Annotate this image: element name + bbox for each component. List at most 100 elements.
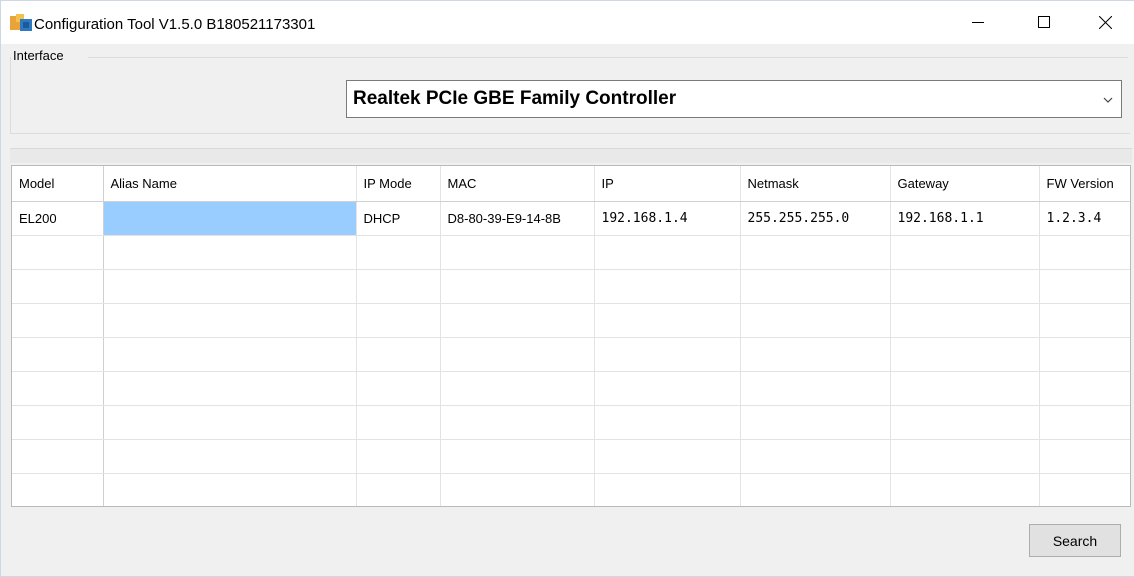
empty-cell[interactable]	[440, 303, 595, 338]
empty-cell[interactable]	[1039, 235, 1130, 270]
empty-cell[interactable]	[12, 405, 104, 440]
minimize-button[interactable]	[955, 0, 1001, 44]
close-button[interactable]	[1082, 0, 1128, 44]
column-header-alias-name[interactable]: Alias Name	[103, 166, 357, 202]
empty-cell[interactable]	[890, 371, 1040, 406]
empty-row[interactable]	[12, 473, 1130, 506]
empty-cell[interactable]	[12, 439, 104, 474]
empty-cell[interactable]	[740, 405, 891, 440]
empty-cell[interactable]	[103, 405, 357, 440]
empty-cell[interactable]	[1039, 405, 1130, 440]
empty-cell[interactable]	[594, 269, 741, 304]
empty-cell[interactable]	[740, 439, 891, 474]
empty-cell[interactable]	[103, 303, 357, 338]
empty-cell[interactable]	[12, 235, 104, 270]
empty-cell[interactable]	[740, 371, 891, 406]
empty-cell[interactable]	[594, 303, 741, 338]
empty-cell[interactable]	[740, 473, 891, 506]
empty-row[interactable]	[12, 235, 1130, 270]
empty-cell[interactable]	[594, 473, 741, 506]
empty-cell[interactable]	[440, 371, 595, 406]
interface-select[interactable]: Realtek PCIe GBE Family Controller	[346, 80, 1122, 118]
empty-cell[interactable]	[356, 303, 441, 338]
empty-cell[interactable]	[440, 235, 595, 270]
empty-cell[interactable]	[103, 371, 357, 406]
group-border-left	[10, 57, 11, 134]
empty-cell[interactable]	[890, 439, 1040, 474]
empty-cell[interactable]	[594, 235, 741, 270]
cell-fw-version[interactable]: 1.2.3.4	[1039, 201, 1130, 236]
chevron-down-icon[interactable]	[1101, 93, 1115, 107]
cell-netmask[interactable]: 255.255.255.0	[740, 201, 891, 236]
empty-cell[interactable]	[356, 371, 441, 406]
cell-model[interactable]: EL200	[12, 201, 104, 236]
empty-cell[interactable]	[12, 337, 104, 372]
empty-row[interactable]	[12, 269, 1130, 304]
empty-cell[interactable]	[356, 269, 441, 304]
title-bar[interactable]: Configuration Tool V1.5.0 B180521173301	[0, 0, 1134, 44]
empty-row[interactable]	[12, 337, 1130, 372]
empty-cell[interactable]	[12, 269, 104, 304]
empty-cell[interactable]	[890, 269, 1040, 304]
empty-cell[interactable]	[1039, 371, 1130, 406]
empty-row[interactable]	[12, 439, 1130, 474]
cell-gateway[interactable]: 192.168.1.1	[890, 201, 1040, 236]
empty-cell[interactable]	[1039, 269, 1130, 304]
empty-cell[interactable]	[356, 235, 441, 270]
empty-cell[interactable]	[890, 235, 1040, 270]
cell-ip[interactable]: 192.168.1.4	[594, 201, 741, 236]
column-header-ip-mode[interactable]: IP Mode	[356, 166, 441, 202]
empty-cell[interactable]	[103, 337, 357, 372]
maximize-button[interactable]	[1021, 0, 1067, 44]
empty-row[interactable]	[12, 303, 1130, 338]
table-row[interactable]: EL200 DHCP D8-80-39-E9-14-8B 192.168.1.4…	[12, 201, 1130, 236]
maximize-icon	[1038, 16, 1050, 28]
empty-cell[interactable]	[740, 337, 891, 372]
empty-cell[interactable]	[740, 235, 891, 270]
empty-cell[interactable]	[594, 337, 741, 372]
empty-cell[interactable]	[103, 473, 357, 506]
empty-cell[interactable]	[890, 303, 1040, 338]
empty-cell[interactable]	[440, 473, 595, 506]
empty-cell[interactable]	[890, 337, 1040, 372]
empty-cell[interactable]	[12, 473, 104, 506]
empty-cell[interactable]	[356, 405, 441, 440]
column-header-model[interactable]: Model	[12, 166, 104, 202]
empty-cell[interactable]	[890, 405, 1040, 440]
column-header-ip[interactable]: IP	[594, 166, 741, 202]
empty-cell[interactable]	[594, 371, 741, 406]
empty-cell[interactable]	[356, 473, 441, 506]
column-header-gateway[interactable]: Gateway	[890, 166, 1040, 202]
device-table[interactable]: Model Alias Name IP Mode MAC IP Netmask …	[11, 165, 1131, 507]
empty-cell[interactable]	[740, 269, 891, 304]
cell-mac[interactable]: D8-80-39-E9-14-8B	[440, 201, 595, 236]
empty-cell[interactable]	[356, 337, 441, 372]
empty-cell[interactable]	[594, 439, 741, 474]
empty-cell[interactable]	[103, 235, 357, 270]
empty-cell[interactable]	[103, 269, 357, 304]
empty-cell[interactable]	[12, 371, 104, 406]
empty-row[interactable]	[12, 405, 1130, 440]
empty-cell[interactable]	[890, 473, 1040, 506]
empty-cell[interactable]	[1039, 337, 1130, 372]
column-header-netmask[interactable]: Netmask	[740, 166, 891, 202]
empty-cell[interactable]	[440, 269, 595, 304]
empty-cell[interactable]	[440, 337, 595, 372]
empty-cell[interactable]	[440, 439, 595, 474]
empty-cell[interactable]	[12, 303, 104, 338]
empty-cell[interactable]	[356, 439, 441, 474]
app-logo-icon	[10, 14, 32, 31]
search-button[interactable]: Search	[1029, 524, 1121, 557]
cell-ip-mode[interactable]: DHCP	[356, 201, 441, 236]
empty-cell[interactable]	[1039, 303, 1130, 338]
empty-cell[interactable]	[440, 405, 595, 440]
empty-row[interactable]	[12, 371, 1130, 406]
empty-cell[interactable]	[103, 439, 357, 474]
empty-cell[interactable]	[1039, 439, 1130, 474]
column-header-fw-version[interactable]: FW Version	[1039, 166, 1130, 202]
empty-cell[interactable]	[594, 405, 741, 440]
cell-alias-name[interactable]	[103, 201, 357, 236]
empty-cell[interactable]	[1039, 473, 1130, 506]
empty-cell[interactable]	[740, 303, 891, 338]
column-header-mac[interactable]: MAC	[440, 166, 595, 202]
